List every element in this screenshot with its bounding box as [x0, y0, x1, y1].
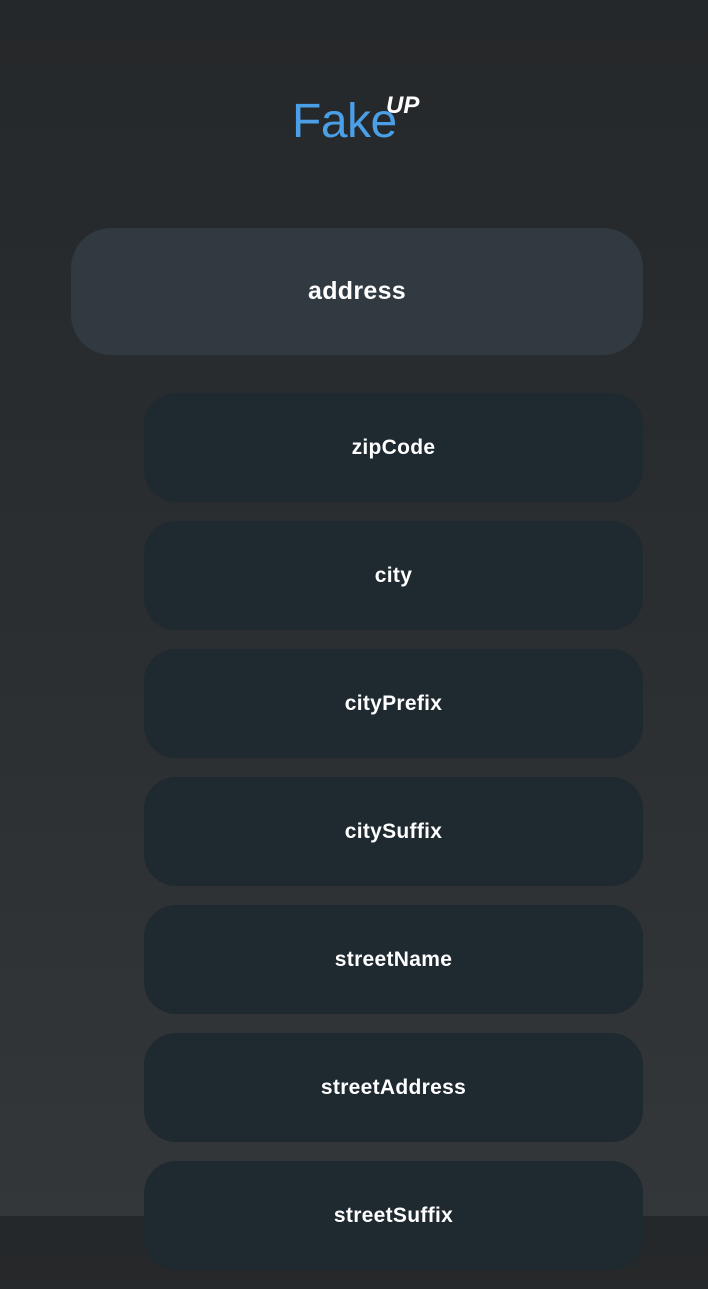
subcategory-label: streetName [334, 947, 453, 971]
subcategory-label: citySuffix [344, 819, 443, 843]
logo-superscript: UP [386, 92, 420, 119]
category-label: address [308, 277, 406, 305]
subcategory-button-cityprefix[interactable]: cityPrefix [144, 649, 643, 758]
subcategory-button-zipcode[interactable]: zipCode [144, 393, 643, 502]
subcategory-button-city[interactable]: city [144, 521, 643, 630]
logo-wordmark: Fake [292, 95, 397, 148]
app-logo: Fake UP [292, 92, 432, 152]
subcategory-button-streetname[interactable]: streetName [144, 905, 643, 1014]
subcategory-button-streetaddress[interactable]: streetAddress [144, 1033, 643, 1142]
subcategory-label: streetAddress [320, 1075, 467, 1099]
subcategory-label: cityPrefix [344, 691, 443, 715]
subcategory-button-citysuffix[interactable]: citySuffix [144, 777, 643, 886]
subcategory-label: city [374, 563, 413, 587]
subcategory-list: zipCode city cityPrefix citySuffix stree… [144, 393, 643, 1289]
category-button-address[interactable]: address [71, 228, 643, 355]
subcategory-label: zipCode [351, 435, 436, 459]
